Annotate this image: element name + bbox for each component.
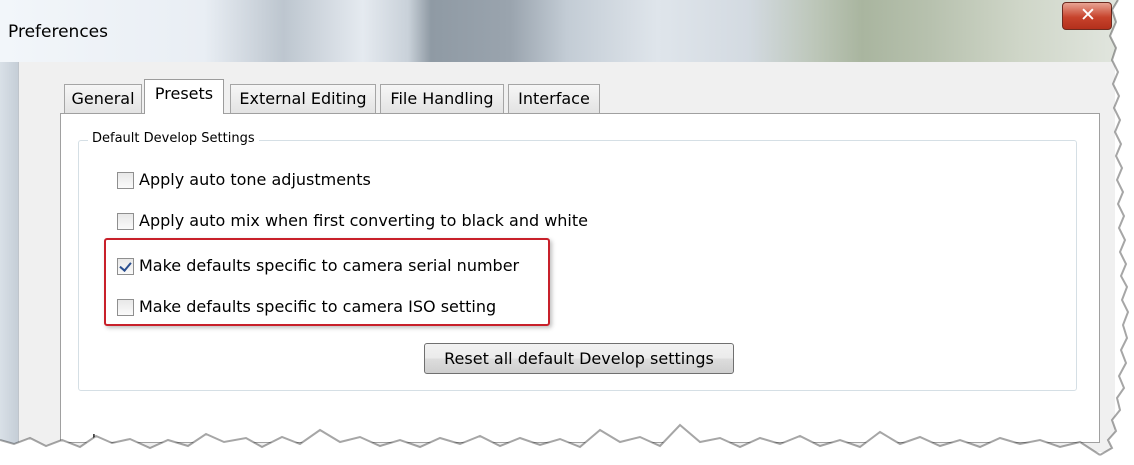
tab-external-editing[interactable]: External Editing (230, 84, 376, 113)
window-frame-left (0, 62, 18, 452)
preferences-window: Preferences ✕ General Presets External E… (0, 0, 1134, 465)
group-label-default-develop: Default Develop Settings (88, 131, 259, 146)
title-bar[interactable]: Preferences ✕ (0, 0, 1134, 63)
next-group-label-partial: L (92, 433, 100, 448)
reset-develop-settings-button[interactable]: Reset all default Develop settings (424, 343, 734, 374)
tab-general[interactable]: General (64, 84, 142, 113)
tab-presets[interactable]: Presets (144, 79, 224, 114)
label-auto-mix-bw[interactable]: Apply auto mix when first converting to … (139, 211, 588, 230)
close-icon[interactable]: ✕ (1080, 4, 1096, 26)
tab-file-handling[interactable]: File Handling (380, 84, 504, 113)
annotation-highlight-box (104, 238, 550, 326)
tab-interface[interactable]: Interface (508, 84, 600, 113)
checkbox-auto-mix-bw[interactable] (117, 213, 134, 230)
label-auto-tone[interactable]: Apply auto tone adjustments (139, 170, 371, 189)
window-title: Preferences (8, 22, 108, 42)
checkbox-auto-tone[interactable] (117, 172, 134, 189)
